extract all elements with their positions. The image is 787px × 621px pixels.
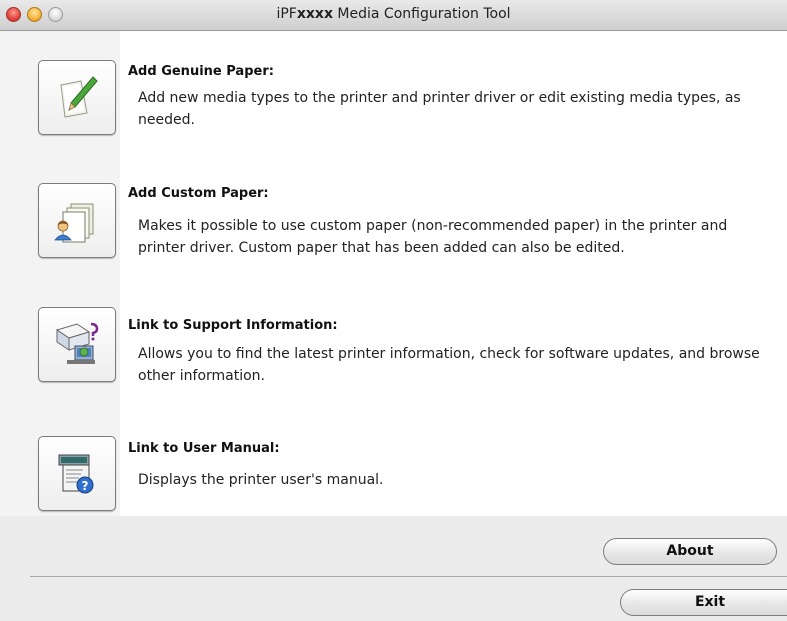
support-info-icon bbox=[55, 322, 99, 364]
user-manual-icon: ? bbox=[58, 454, 94, 494]
link-user-manual-description: Displays the printer user's manual. bbox=[138, 472, 384, 488]
add-genuine-paper-button[interactable] bbox=[38, 60, 116, 135]
add-custom-paper-button[interactable] bbox=[38, 183, 116, 258]
add-genuine-paper-title: Add Genuine Paper: bbox=[128, 64, 274, 79]
link-user-manual-button[interactable]: ? bbox=[38, 436, 116, 511]
exit-button[interactable]: Exit bbox=[620, 589, 787, 616]
media-config-window: iPFxxxx Media Configuration Tool Add Gen… bbox=[0, 0, 787, 621]
link-support-information-description: Allows you to find the latest printer in… bbox=[138, 346, 760, 384]
link-user-manual-title: Link to User Manual: bbox=[128, 441, 280, 456]
window-title: iPFxxxx Media Configuration Tool bbox=[0, 6, 787, 22]
window-title-suffix: Media Configuration Tool bbox=[332, 6, 511, 22]
link-support-information-button[interactable] bbox=[38, 307, 116, 382]
window-title-prefix: iPF bbox=[276, 6, 297, 22]
add-genuine-paper-description: Add new media types to the printer and p… bbox=[138, 90, 741, 128]
add-custom-paper-title: Add Custom Paper: bbox=[128, 186, 269, 201]
paper-pencil-icon bbox=[60, 76, 98, 118]
link-support-information-title: Link to Support Information: bbox=[128, 318, 338, 333]
svg-text:?: ? bbox=[82, 479, 89, 493]
title-bar[interactable]: iPFxxxx Media Configuration Tool bbox=[0, 0, 787, 31]
separator-line bbox=[30, 576, 787, 577]
custom-paper-user-icon bbox=[54, 203, 94, 243]
about-button[interactable]: About bbox=[603, 538, 777, 565]
add-custom-paper-description: Makes it possible to use custom paper (n… bbox=[138, 218, 728, 256]
window-title-model: xxxx bbox=[296, 6, 333, 22]
